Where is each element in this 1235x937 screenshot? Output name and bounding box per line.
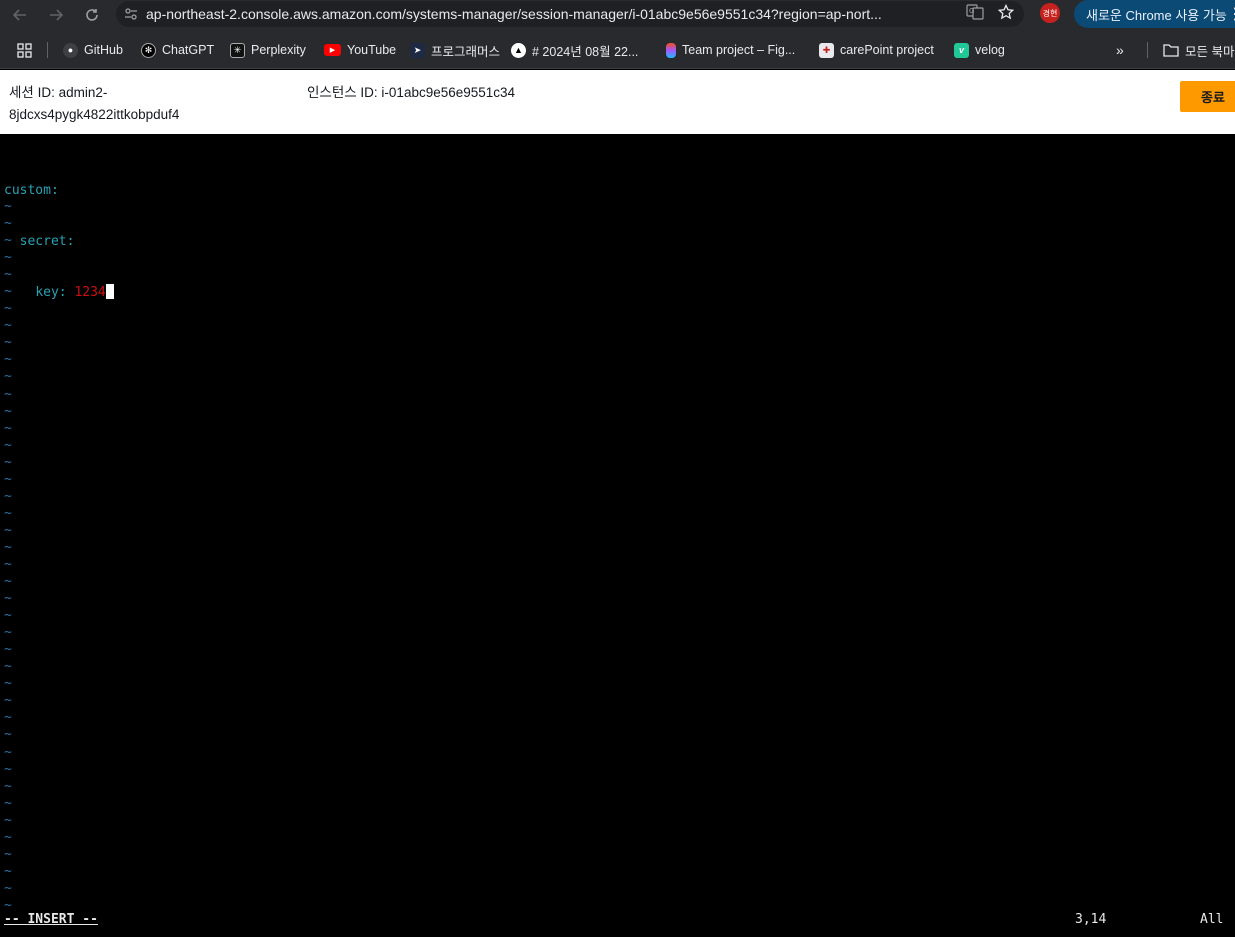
yaml-key: key xyxy=(35,285,59,300)
carepoint-icon: ✚ xyxy=(819,42,834,58)
more-bookmarks-button[interactable]: » xyxy=(1116,40,1124,60)
session-id-line: 8jdcxs4pygk4822ittkobpduf4 xyxy=(9,107,180,122)
cursor-position: 3,14 xyxy=(1075,912,1107,927)
browser-toolbar: ap-northeast-2.console.aws.amazon.com/sy… xyxy=(0,0,1235,30)
bookmark-label: velog xyxy=(975,43,1005,57)
more-menu-icon[interactable]: ⋮ xyxy=(1227,4,1235,24)
bookmark-label: Team project – Fig... xyxy=(682,43,796,57)
back-button[interactable] xyxy=(6,2,34,28)
bookmark-label: 모든 북마크 xyxy=(1185,44,1235,59)
bookmark-perplexity[interactable]: ✳ Perplexity xyxy=(230,40,306,60)
site-info-icon[interactable] xyxy=(116,1,146,27)
forward-button[interactable] xyxy=(42,2,70,28)
terminal[interactable]: custom: secret: key: 1234 ~ ~ ~ ~ ~ ~ ~ … xyxy=(0,134,1235,937)
vim-buffer[interactable]: custom: secret: key: 1234 xyxy=(4,148,114,335)
text-cursor xyxy=(105,284,114,299)
bookmarks-separator xyxy=(47,42,48,58)
github-icon: ● xyxy=(63,42,78,58)
session-header: 세션 ID: admin2- 8jdcxs4pygk4822ittkobpduf… xyxy=(0,70,1235,134)
bookmark-programmers[interactable]: ➤ 프로그래머스 xyxy=(410,40,500,60)
bookmark-github[interactable]: ● GitHub xyxy=(63,40,123,60)
yaml-key: secret xyxy=(19,234,67,249)
programmers-icon: ➤ xyxy=(410,42,425,58)
bookmark-velog[interactable]: v velog xyxy=(954,40,1005,60)
folder-icon xyxy=(1163,44,1179,57)
notion-icon: ▲ xyxy=(511,42,526,58)
buffer-line: secret: xyxy=(19,234,75,249)
reload-button[interactable] xyxy=(78,2,106,28)
new-chrome-available-button[interactable]: 새로운 Chrome 사용 가능 xyxy=(1074,0,1235,28)
bookmark-youtube[interactable]: ▶ YouTube xyxy=(324,40,396,60)
bookmark-label: 프로그래머스 xyxy=(431,44,501,59)
velog-icon: v xyxy=(954,42,969,58)
arrow-left-icon xyxy=(13,9,26,21)
terminate-button[interactable]: 종료 xyxy=(1180,81,1235,112)
bookmark-star-icon[interactable] xyxy=(997,3,1015,25)
bookmark-figma[interactable]: Team project – Fig... xyxy=(666,40,795,60)
buffer-line: custom: xyxy=(4,183,59,198)
buffer-line: key: 1234 xyxy=(4,284,114,301)
empty-line-markers: ~ ~ ~ ~ ~ ~ ~ ~ ~ ~ ~ ~ ~ ~ ~ ~ ~ ~ ~ ~ … xyxy=(4,199,12,913)
bookmark-label: GitHub xyxy=(84,43,123,57)
apps-grid-icon xyxy=(17,42,32,58)
double-chevron-right-icon: » xyxy=(1116,42,1124,58)
svg-text:G: G xyxy=(969,7,974,15)
reload-icon xyxy=(86,9,98,21)
translate-icon[interactable]: G xyxy=(966,3,984,25)
mode-indicator: -- INSERT -- xyxy=(4,912,98,927)
yaml-value: 1234 xyxy=(74,285,106,300)
bookmark-label: # 2024년 08월 22... xyxy=(532,44,639,59)
vim-status-line: -- INSERT -- 3,14 All xyxy=(4,912,1230,930)
session-id-line: 세션 ID: admin2- xyxy=(9,85,108,100)
address-bar[interactable]: ap-northeast-2.console.aws.amazon.com/sy… xyxy=(116,1,1024,27)
url-text[interactable]: ap-northeast-2.console.aws.amazon.com/sy… xyxy=(146,6,946,22)
arrow-right-icon xyxy=(50,9,63,21)
bookmark-notion-page[interactable]: ▲ # 2024년 08월 22... xyxy=(511,40,638,60)
bookmarks-separator xyxy=(1147,42,1148,58)
youtube-icon: ▶ xyxy=(324,44,341,56)
bookmark-chatgpt[interactable]: ✻ ChatGPT xyxy=(141,40,214,60)
profile-avatar[interactable]: 경현 xyxy=(1040,3,1060,23)
session-id: 세션 ID: admin2- 8jdcxs4pygk4822ittkobpduf… xyxy=(9,82,179,126)
bookmark-label: ChatGPT xyxy=(162,43,215,57)
all-bookmarks-folder[interactable]: 모든 북마크 xyxy=(1163,40,1235,60)
chatgpt-icon: ✻ xyxy=(141,42,156,58)
scroll-position: All xyxy=(1200,912,1224,927)
bookmark-label: YouTube xyxy=(347,43,397,57)
bookmark-label: carePoint project xyxy=(840,43,934,57)
bookmarks-bar: ● GitHub ✻ ChatGPT ✳ Perplexity ▶ YouTub… xyxy=(0,30,1235,69)
figma-icon xyxy=(666,42,676,58)
perplexity-icon: ✳ xyxy=(230,42,245,58)
instance-id: 인스턴스 ID: i-01abc9e56e9551c34 xyxy=(307,85,516,100)
bookmark-label: Perplexity xyxy=(251,43,306,57)
apps-button[interactable] xyxy=(17,40,32,60)
bookmark-carepoint[interactable]: ✚ carePoint project xyxy=(819,40,934,60)
yaml-key: custom xyxy=(4,183,51,198)
